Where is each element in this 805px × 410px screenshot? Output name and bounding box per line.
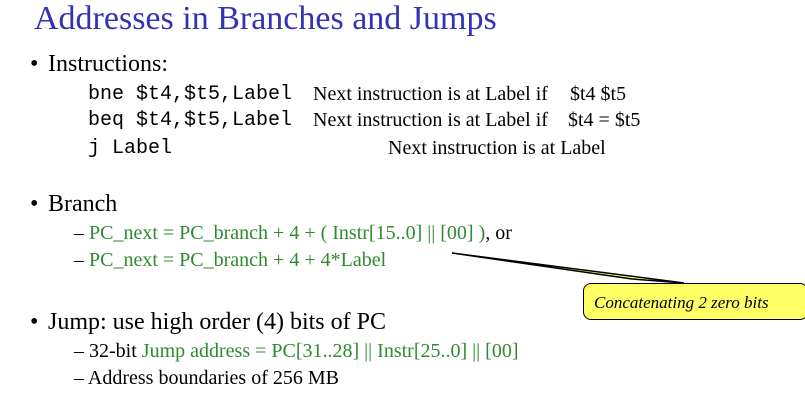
branch-formula-text: PC_next = PC_branch + 4 + 4*Label: [89, 249, 387, 271]
jump-boundaries-line: – Address boundaries of 256 MB: [74, 367, 339, 390]
branch-formula-1: – PC_next = PC_branch + 4 + ( Instr[15..…: [74, 222, 512, 245]
instructions-heading: Instructions:: [48, 51, 168, 77]
bullet-icon: •: [30, 51, 39, 77]
instruction-code: bne $t4,$t5,Label: [88, 83, 293, 106]
bullet-icon: •: [30, 309, 39, 335]
dash-icon: –: [74, 340, 84, 362]
instruction-condition: $t4 $t5: [570, 83, 627, 105]
branch-formula-2: – PC_next = PC_branch + 4 + 4*Label: [74, 249, 386, 272]
branch-heading: Branch: [48, 191, 118, 217]
instruction-code: j Label: [88, 137, 173, 160]
instruction-condition: $t4 = $t5: [568, 109, 641, 131]
instruction-description: Next instruction is at Label: [388, 137, 606, 159]
jump-address-line: – 32-bit Jump address = PC[31..28] || In…: [74, 340, 518, 363]
jump-address-prefix: 32-bit: [89, 340, 142, 362]
jump-bullet: • Jump: use high order (4) bits of PC: [30, 309, 386, 336]
jump-address-formula: Jump address = PC[31..28] || Instr[25..0…: [141, 340, 519, 362]
dash-icon: –: [74, 222, 84, 244]
branch-formula-suffix: , or: [485, 222, 512, 244]
slide-title: Addresses in Branches and Jumps: [34, 0, 497, 37]
instruction-description: Next instruction is at Label if: [313, 109, 548, 131]
jump-heading: Jump: use high order (4) bits of PC: [48, 309, 386, 335]
bullet-icon: •: [30, 191, 39, 217]
dash-icon: –: [74, 367, 84, 389]
instruction-row-bne: bne $t4,$t5,Label Next instruction is at…: [88, 83, 788, 109]
instruction-code: beq $t4,$t5,Label: [88, 109, 293, 132]
dash-icon: –: [74, 249, 84, 271]
branch-formula-text: PC_next = PC_branch + 4 + ( Instr[15..0]…: [89, 222, 486, 244]
branch-bullet: • Branch: [30, 191, 117, 218]
instruction-row-beq: beq $t4,$t5,Label Next instruction is at…: [88, 109, 788, 135]
callout-box: Concatenating 2 zero bits: [583, 283, 805, 320]
instructions-bullet: • Instructions:: [30, 51, 168, 78]
instruction-description: Next instruction is at Label if: [313, 83, 548, 105]
instruction-row-j: j Label Next instruction is at Label: [88, 137, 788, 163]
jump-boundaries-text: Address boundaries of 256 MB: [87, 367, 339, 389]
